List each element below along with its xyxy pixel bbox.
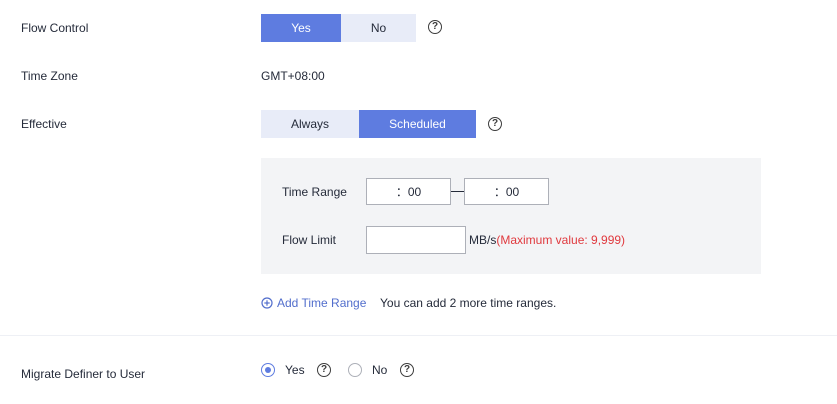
flow-control-yes-button[interactable]: Yes bbox=[261, 14, 341, 42]
effective-always-button[interactable]: Always bbox=[261, 110, 359, 138]
flow-limit-unit: MB/s(Maximum value: 9,999) bbox=[469, 233, 625, 247]
migrate-yes-help-icon[interactable]: ? bbox=[317, 363, 331, 377]
time-range-separator bbox=[451, 191, 464, 192]
migrate-definer-no-radio[interactable] bbox=[348, 363, 362, 377]
migrate-definer-no-label[interactable]: No bbox=[372, 363, 387, 377]
section-divider bbox=[0, 335, 837, 336]
schedule-panel: Time Range ：00 ：00 Flow Limit MB/s(Maxim… bbox=[261, 158, 761, 274]
flow-limit-input[interactable] bbox=[366, 226, 466, 254]
max-value-hint: (Maximum value: 9,999) bbox=[496, 233, 626, 247]
add-time-range-label: Add Time Range bbox=[277, 296, 367, 310]
time-zone-label: Time Zone bbox=[21, 69, 78, 83]
time-zone-value: GMT+08:00 bbox=[261, 69, 325, 83]
effective-label: Effective bbox=[21, 117, 67, 131]
flow-control-no-button[interactable]: No bbox=[341, 14, 416, 42]
start-time-input[interactable]: ：00 bbox=[366, 178, 451, 205]
effective-help-icon[interactable]: ? bbox=[488, 117, 502, 131]
migrate-definer-yes-label[interactable]: Yes bbox=[285, 363, 305, 377]
effective-scheduled-button[interactable]: Scheduled bbox=[359, 110, 476, 138]
plus-circle-icon bbox=[261, 297, 273, 309]
add-time-range-link[interactable]: Add Time Range bbox=[261, 296, 366, 310]
migrate-definer-label: Migrate Definer to User bbox=[21, 367, 146, 381]
flow-control-help-icon[interactable]: ? bbox=[428, 20, 442, 34]
unit-text: MB/s bbox=[469, 233, 497, 247]
migrate-no-help-icon[interactable]: ? bbox=[400, 363, 414, 377]
migrate-definer-yes-radio[interactable] bbox=[261, 363, 275, 377]
time-range-note: You can add 2 more time ranges. bbox=[380, 296, 557, 310]
end-time-input[interactable]: ：00 bbox=[464, 178, 549, 205]
flow-limit-label: Flow Limit bbox=[282, 233, 337, 247]
time-range-label: Time Range bbox=[282, 185, 347, 199]
flow-control-label: Flow Control bbox=[21, 21, 89, 35]
